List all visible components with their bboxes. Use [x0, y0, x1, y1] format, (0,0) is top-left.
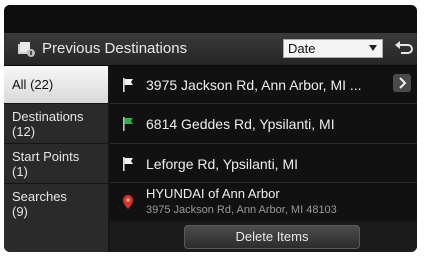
list-item-title: HYUNDAI of Ann Arbor	[146, 186, 280, 201]
sidebar-item-count: (1)	[12, 164, 28, 179]
list-item[interactable]: HYUNDAI of Ann Arbor 3975 Jackson Rd, An…	[110, 183, 417, 221]
sidebar-item-label: Start Points	[12, 149, 80, 164]
list-item-text: 6814 Geddes Rd, Ypsilanti, MI	[146, 116, 335, 132]
sidebar-item-all[interactable]: All (22)	[4, 66, 108, 104]
sort-selected-value: Date	[288, 41, 316, 56]
list-item[interactable]: 6814 Geddes Rd, Ypsilanti, MI	[110, 104, 417, 144]
white-flag-icon	[123, 78, 133, 92]
destinations-icon	[18, 42, 35, 57]
sidebar-item-count: (22)	[30, 77, 54, 92]
bottom-bar: Delete Items	[110, 222, 417, 252]
top-bar	[4, 5, 417, 33]
navigation-screen: Previous Destinations Date All (22) Dest…	[4, 5, 417, 252]
green-flag-icon	[123, 117, 133, 131]
sidebar-item-count: (12)	[12, 124, 36, 139]
page-title: Previous Destinations	[42, 40, 188, 57]
delete-items-button[interactable]: Delete Items	[184, 225, 360, 249]
white-flag-icon	[123, 157, 133, 171]
list-item-address: 3975 Jackson Rd, Ann Arbor, MI 48103	[146, 204, 337, 216]
sidebar-item-label: All	[12, 77, 27, 92]
sidebar-item-count: (9)	[12, 204, 28, 219]
list-item-text: 3975 Jackson Rd, Ann Arbor, MI ...	[146, 77, 362, 93]
dropdown-arrow-icon	[369, 45, 377, 51]
header-bar: Previous Destinations Date	[4, 33, 417, 66]
sidebar-item-label: Destinations	[12, 109, 84, 124]
sidebar-item-destinations[interactable]: Destinations (12)	[4, 104, 108, 144]
sort-dropdown[interactable]: Date	[283, 39, 383, 58]
list-item[interactable]: Leforge Rd, Ypsilanti, MI	[110, 144, 417, 183]
sidebar-item-searches[interactable]: Searches (9)	[4, 184, 108, 224]
sidebar-item-label: Searches	[12, 189, 67, 204]
destinations-list: 3975 Jackson Rd, Ann Arbor, MI ... 6814 …	[110, 66, 417, 221]
list-item-text: Leforge Rd, Ypsilanti, MI	[146, 156, 299, 172]
category-sidebar: All (22) Destinations (12) Start Points …	[4, 66, 108, 252]
chevron-right-icon[interactable]	[393, 74, 411, 92]
sidebar-item-start-points[interactable]: Start Points (1)	[4, 144, 108, 184]
map-pin-icon	[123, 195, 133, 209]
list-item[interactable]: 3975 Jackson Rd, Ann Arbor, MI ...	[110, 66, 417, 104]
back-icon[interactable]	[393, 39, 415, 58]
